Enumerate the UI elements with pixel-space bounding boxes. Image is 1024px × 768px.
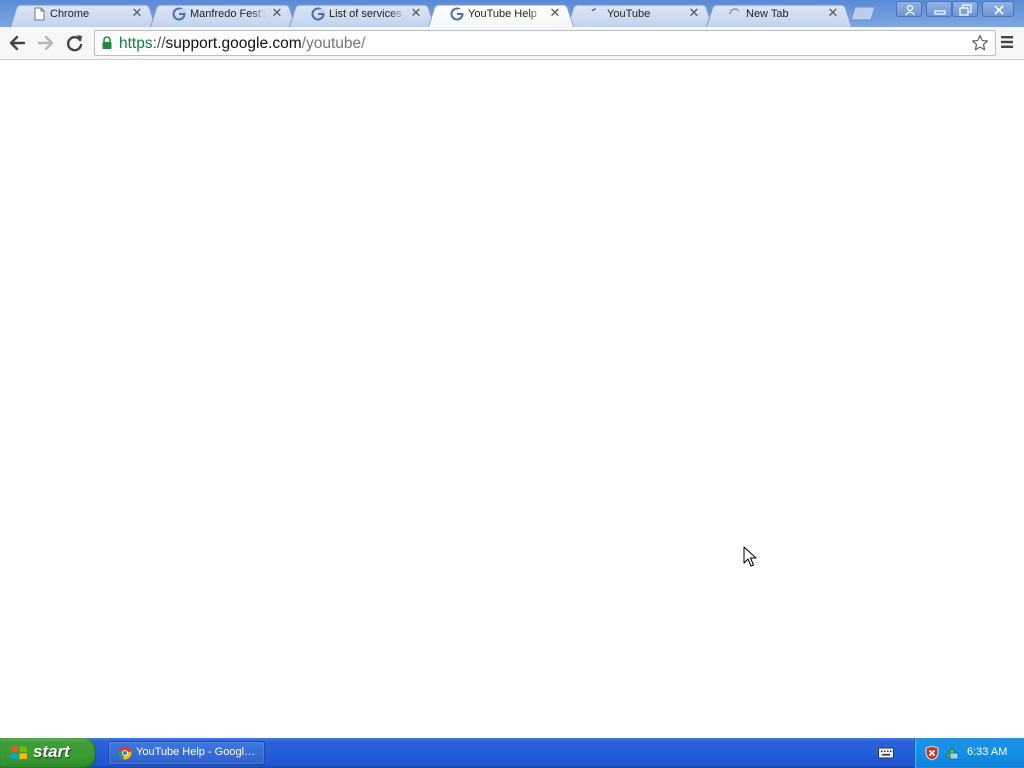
new-tab-button[interactable] xyxy=(848,6,878,21)
profile-button[interactable] xyxy=(896,1,922,17)
tab-new-tab[interactable]: New Tab ✕ xyxy=(706,2,852,28)
restore-button[interactable] xyxy=(952,1,978,17)
taskbar: start YouTube Help - Googl… 6:33 AM xyxy=(0,738,1024,768)
tab-manfredo-fest[interactable]: Manfredo Fest's Mo ✕ xyxy=(150,2,296,28)
taskbar-item-youtube-help[interactable]: YouTube Help - Googl… xyxy=(108,741,265,765)
tab-title: Chrome xyxy=(50,8,90,20)
restore-icon xyxy=(959,4,972,16)
minimize-icon xyxy=(934,10,946,15)
bookmark-star-icon[interactable] xyxy=(971,34,989,52)
loading-spinner-icon xyxy=(729,8,740,15)
close-icon[interactable]: ✕ xyxy=(548,6,562,20)
windows-logo-icon xyxy=(11,746,27,760)
close-icon[interactable]: ✕ xyxy=(687,6,701,20)
clock[interactable]: 6:33 AM xyxy=(967,746,1007,758)
back-icon[interactable] xyxy=(5,32,29,54)
url-text[interactable]: https://support.google.com/youtube/ xyxy=(119,35,365,53)
close-window-button[interactable] xyxy=(982,1,1014,17)
chrome-logo-icon xyxy=(118,746,132,760)
keyboard-icon[interactable] xyxy=(878,747,894,759)
loading-icon xyxy=(591,8,597,12)
chrome-menu-icon[interactable] xyxy=(1000,35,1014,49)
tab-title: List of services & xyxy=(329,8,405,20)
url-path: /youtube/ xyxy=(301,35,366,52)
url-separator: :// xyxy=(152,35,166,52)
google-g-icon xyxy=(450,7,464,21)
tab-strip: Chrome ✕ Manfredo Fest's Mo ✕ List of se… xyxy=(0,0,1024,28)
forward-icon[interactable] xyxy=(34,32,58,54)
page-icon xyxy=(34,7,45,21)
start-button[interactable]: start xyxy=(0,738,96,768)
page-content[interactable] xyxy=(0,61,1024,738)
url-host: support.google.com xyxy=(165,35,302,52)
reload-icon[interactable] xyxy=(63,32,87,54)
tab-title: New Tab xyxy=(746,8,789,20)
taskbar-item-label: YouTube Help - Googl… xyxy=(136,746,256,758)
tab-list-of-services[interactable]: List of services & ✕ xyxy=(289,2,435,28)
close-icon xyxy=(994,5,1004,15)
system-tray: 6:33 AM xyxy=(914,738,1024,768)
tab-title: YouTube Help xyxy=(468,8,537,20)
start-label: start xyxy=(33,742,70,761)
mouse-cursor-icon xyxy=(743,546,757,567)
close-icon[interactable]: ✕ xyxy=(409,6,423,20)
close-icon[interactable]: ✕ xyxy=(826,6,840,20)
close-icon[interactable]: ✕ xyxy=(130,6,144,20)
tab-title: YouTube xyxy=(607,8,651,20)
address-bar[interactable]: https://support.google.com/youtube/ xyxy=(94,30,996,56)
lock-icon[interactable] xyxy=(101,36,113,50)
security-shield-icon[interactable] xyxy=(925,745,939,761)
network-icon[interactable] xyxy=(944,745,960,761)
person-icon xyxy=(904,4,916,16)
tab-title: Manfredo Fest's Mo xyxy=(190,8,266,20)
tab-youtube-help[interactable]: YouTube Help ✕ xyxy=(428,2,574,28)
google-g-icon xyxy=(172,7,186,21)
browser-toolbar: https://support.google.com/youtube/ xyxy=(0,27,1024,60)
tab-youtube[interactable]: YouTube ✕ xyxy=(567,2,713,28)
google-g-icon xyxy=(311,7,325,21)
close-icon[interactable]: ✕ xyxy=(270,6,284,20)
url-scheme: https xyxy=(119,35,153,52)
tab-chrome[interactable]: Chrome ✕ xyxy=(10,2,156,28)
minimize-button[interactable] xyxy=(926,1,952,17)
